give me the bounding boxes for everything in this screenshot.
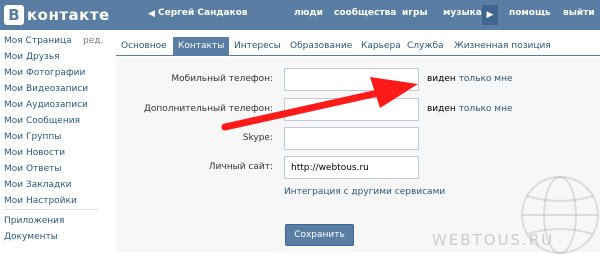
annotation-arrow-icon (221, 77, 418, 131)
